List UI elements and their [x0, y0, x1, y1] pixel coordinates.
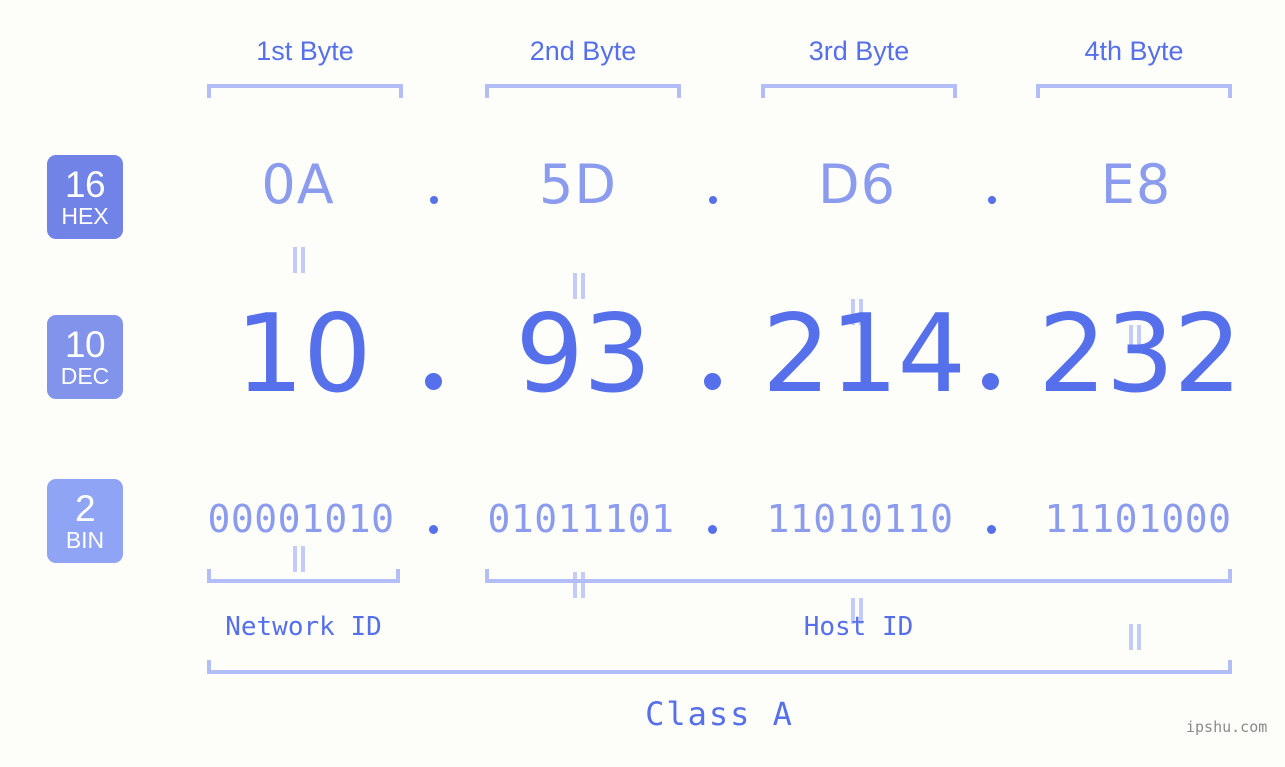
equality-mark-hex-dec-1 [291, 247, 307, 273]
bin-separator-3 [987, 525, 996, 534]
hex-separator-2 [709, 196, 717, 204]
dec-separator-2 [704, 373, 721, 390]
base-badge-dec: 10 DEC [47, 315, 123, 399]
hex-octet-1: 0A [261, 153, 335, 216]
bin-separator-1 [429, 525, 438, 534]
host-id-label: Host ID [803, 612, 914, 642]
byte-header-3: 3rd Byte [808, 36, 910, 66]
hex-octet-4: E8 [1100, 153, 1172, 216]
base-badge-bin-name: BIN [65, 526, 105, 553]
network-id-bracket [207, 569, 400, 583]
base-badge-hex-name: HEX [61, 202, 109, 229]
bin-octet-2: 01011101 [487, 497, 675, 541]
dec-separator-3 [982, 373, 999, 390]
bin-separator-2 [708, 525, 717, 534]
base-badge-bin: 2 BIN [47, 479, 123, 563]
dec-octet-2: 93 [515, 292, 651, 417]
byte-bracket-top-3 [761, 84, 957, 98]
base-badge-hex-number: 16 [64, 163, 106, 205]
byte-bracket-top-4 [1036, 84, 1232, 98]
dec-separator-1 [425, 373, 442, 390]
byte-bracket-top-2 [485, 84, 681, 98]
site-watermark: ipshu.com [1186, 718, 1268, 736]
network-id-label: Network ID [225, 612, 382, 642]
base-badge-dec-number: 10 [64, 323, 106, 365]
dec-octet-1: 10 [235, 292, 371, 417]
host-id-bracket [485, 569, 1232, 583]
hex-separator-1 [430, 196, 438, 204]
hex-separator-3 [988, 196, 996, 204]
base-badge-hex: 16 HEX [47, 155, 123, 239]
base-badge-bin-number: 2 [74, 487, 96, 529]
byte-header-1: 1st Byte [256, 36, 354, 66]
byte-bracket-top-1 [207, 84, 403, 98]
bin-octet-1: 00001010 [207, 497, 395, 541]
byte-header-2: 2nd Byte [529, 36, 637, 66]
byte-header-4: 4th Byte [1084, 36, 1184, 66]
bin-octet-3: 11010110 [766, 497, 954, 541]
bin-octet-4: 11101000 [1044, 497, 1232, 541]
ip-address-breakdown-diagram: 1st Byte 2nd Byte 3rd Byte 4th Byte 16 H… [0, 0, 1285, 767]
hex-octet-3: D6 [818, 153, 896, 216]
base-badge-dec-name: DEC [60, 362, 110, 389]
class-bracket [207, 660, 1232, 674]
dec-octet-3: 214 [762, 292, 966, 417]
dec-octet-4: 232 [1038, 292, 1242, 417]
class-label: Class A [645, 695, 794, 733]
hex-octet-2: 5D [539, 153, 617, 216]
